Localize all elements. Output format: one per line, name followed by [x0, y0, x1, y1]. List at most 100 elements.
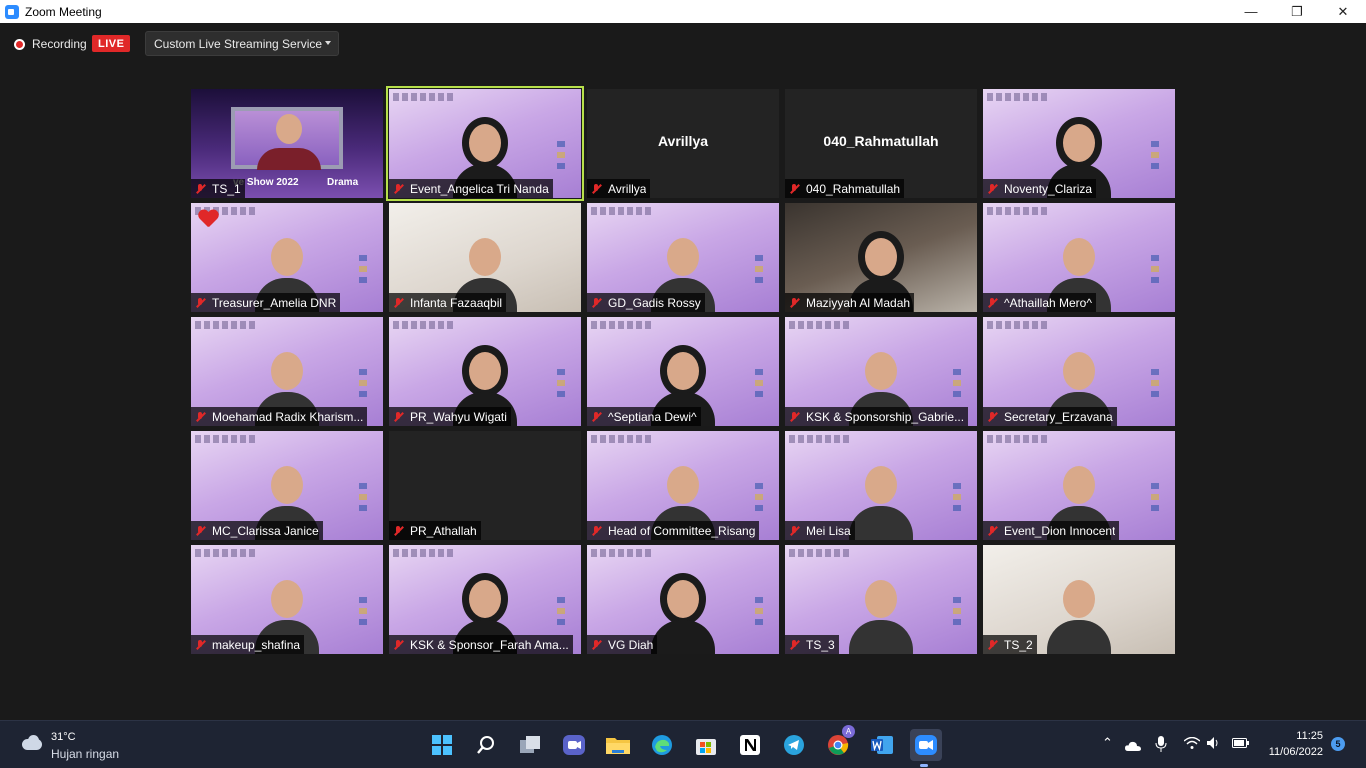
participant-tile[interactable]: KSK & Sponsorship_Gabrie...: [785, 317, 977, 426]
participant-name: TS_1: [212, 181, 241, 196]
show-hidden-icons-chevron-up-icon[interactable]: ⌃: [1102, 735, 1113, 751]
virtual-background-logos: [393, 93, 453, 101]
mic-muted-icon: [788, 639, 800, 651]
clock-time[interactable]: 11:25: [1296, 730, 1323, 742]
mic-muted-icon: [590, 525, 602, 537]
participant-tile[interactable]: KSK & Sponsor_Farah Ama...: [389, 545, 581, 654]
virtual-background-logos: [789, 321, 849, 329]
participant-tile[interactable]: Event_Angelica Tri Nanda: [386, 86, 584, 201]
taskbar: 31°C Hujan ringan A ⌃ 11:25 11/06/2022 5: [0, 720, 1366, 768]
mic-muted-icon: [788, 525, 800, 537]
microsoft-store-icon[interactable]: [692, 731, 720, 759]
microphone-icon[interactable]: [1155, 736, 1167, 755]
sponsor-logos: [551, 369, 571, 415]
participant-tile[interactable]: makeup_shafina: [191, 545, 383, 654]
participant-tile[interactable]: MC_Clarissa Janice: [191, 431, 383, 540]
task-view-icon[interactable]: [516, 731, 544, 759]
running-indicator: [920, 764, 928, 767]
participant-name-plate: Secretary_Erzavana: [983, 407, 1117, 426]
battery-icon[interactable]: [1232, 737, 1250, 752]
participant-tile[interactable]: Noventy_Clariza: [983, 89, 1175, 198]
participant-name: Avrillya: [608, 181, 647, 196]
participant-name: PR_Wahyu Wigati: [410, 409, 507, 424]
participant-tile[interactable]: TS_2: [983, 545, 1175, 654]
virtual-background-logos: [789, 435, 849, 443]
start-icon[interactable]: [428, 731, 456, 759]
participant-tile[interactable]: VG Diah: [587, 545, 779, 654]
participant-name: Head of Committee_Risang: [608, 523, 756, 538]
weather-cloud-icon[interactable]: [20, 735, 44, 751]
participant-tile[interactable]: ve Show 2022 Drama TS_1: [191, 89, 383, 198]
virtual-background-logos: [789, 549, 849, 557]
participant-name: Event_Dion Innocent: [1004, 523, 1116, 538]
participant-tile[interactable]: PR_Athallah: [389, 431, 581, 540]
chrome-profile-badge: A: [842, 725, 855, 738]
participant-tile[interactable]: Event_Dion Innocent: [983, 431, 1175, 540]
participant-video-person: [849, 580, 913, 654]
telegram-icon[interactable]: [780, 731, 808, 759]
participant-name-plate: Treasurer_Amelia DNR: [191, 293, 341, 312]
minimize-button[interactable]: —: [1228, 0, 1274, 23]
search-icon[interactable]: [472, 731, 500, 759]
streaming-service-dropdown[interactable]: Custom Live Streaming Service: [145, 31, 339, 56]
participant-name-plate: TS_1: [191, 179, 245, 198]
mic-muted-icon: [194, 411, 206, 423]
zoom-taskbar-icon[interactable]: [910, 729, 942, 767]
participant-name-plate: Avrillya: [587, 179, 651, 198]
participant-name-plate: PR_Athallah: [389, 521, 481, 540]
notification-badge[interactable]: 5: [1331, 737, 1345, 751]
participant-name-plate: TS_3: [785, 635, 839, 654]
sponsor-logos: [749, 369, 769, 415]
word-icon[interactable]: [868, 731, 896, 759]
participant-name: KSK & Sponsor_Farah Ama...: [410, 637, 569, 652]
maximize-button[interactable]: ❐: [1274, 0, 1320, 23]
close-button[interactable]: ✕: [1320, 0, 1366, 23]
edge-browser-icon[interactable]: [648, 731, 676, 759]
participant-tile[interactable]: Head of Committee_Risang: [587, 431, 779, 540]
mic-muted-icon: [986, 297, 998, 309]
participant-name-plate: ^Septiana Dewi^: [587, 407, 701, 426]
onedrive-cloud-icon[interactable]: [1125, 739, 1141, 754]
mic-muted-icon: [590, 411, 602, 423]
participant-name: ^Septiana Dewi^: [608, 409, 697, 424]
mic-muted-icon: [392, 183, 404, 195]
participant-tile[interactable]: 040_Rahmatullah 040_Rahmatullah: [785, 89, 977, 198]
participant-tile[interactable]: ^Septiana Dewi^: [587, 317, 779, 426]
recording-bar: Recording LIVE Custom Live Streaming Ser…: [0, 23, 1366, 65]
participant-tile[interactable]: Secretary_Erzavana: [983, 317, 1175, 426]
sponsor-logos: [1145, 483, 1165, 529]
mic-muted-icon: [986, 183, 998, 195]
participant-tile[interactable]: Treasurer_Amelia DNR: [191, 203, 383, 312]
participant-tile[interactable]: Mei Lisa: [785, 431, 977, 540]
zoom-chat-icon[interactable]: [560, 731, 588, 759]
wifi-icon[interactable]: [1183, 736, 1201, 752]
file-explorer-icon[interactable]: [604, 731, 632, 759]
virtual-background-logos: [195, 549, 255, 557]
participant-name-plate: MC_Clarissa Janice: [191, 521, 323, 540]
virtual-background-logos: [987, 435, 1047, 443]
participant-tile[interactable]: Infanta Fazaaqbil: [389, 203, 581, 312]
participant-tile[interactable]: Avrillya Avrillya: [587, 89, 779, 198]
chrome-icon[interactable]: A: [824, 725, 855, 759]
virtual-background-logos: [591, 321, 651, 329]
sponsor-logos: [947, 597, 967, 643]
participant-video-person: [651, 580, 715, 654]
clock-date[interactable]: 11/06/2022: [1269, 746, 1323, 758]
participant-tile[interactable]: Moehamad Radix Kharism...: [191, 317, 383, 426]
participant-display-name: Avrillya: [657, 133, 709, 149]
volume-icon[interactable]: [1207, 737, 1221, 752]
mic-muted-icon: [194, 525, 206, 537]
participant-name-plate: ^Athaillah Mero^: [983, 293, 1096, 312]
participant-name: GD_Gadis Rossy: [608, 295, 701, 310]
participant-name: Maziyyah Al Madah: [806, 295, 911, 310]
participant-name-plate: GD_Gadis Rossy: [587, 293, 705, 312]
weather-description[interactable]: Hujan ringan: [51, 747, 119, 761]
participant-tile[interactable]: TS_3: [785, 545, 977, 654]
participant-tile[interactable]: Maziyyah Al Madah: [785, 203, 977, 312]
notion-icon[interactable]: [736, 731, 764, 759]
participant-tile[interactable]: PR_Wahyu Wigati: [389, 317, 581, 426]
participant-tile[interactable]: ^Athaillah Mero^: [983, 203, 1175, 312]
participant-tile[interactable]: GD_Gadis Rossy: [587, 203, 779, 312]
sponsor-logos: [1145, 369, 1165, 415]
weather-temperature[interactable]: 31°C: [51, 731, 76, 743]
